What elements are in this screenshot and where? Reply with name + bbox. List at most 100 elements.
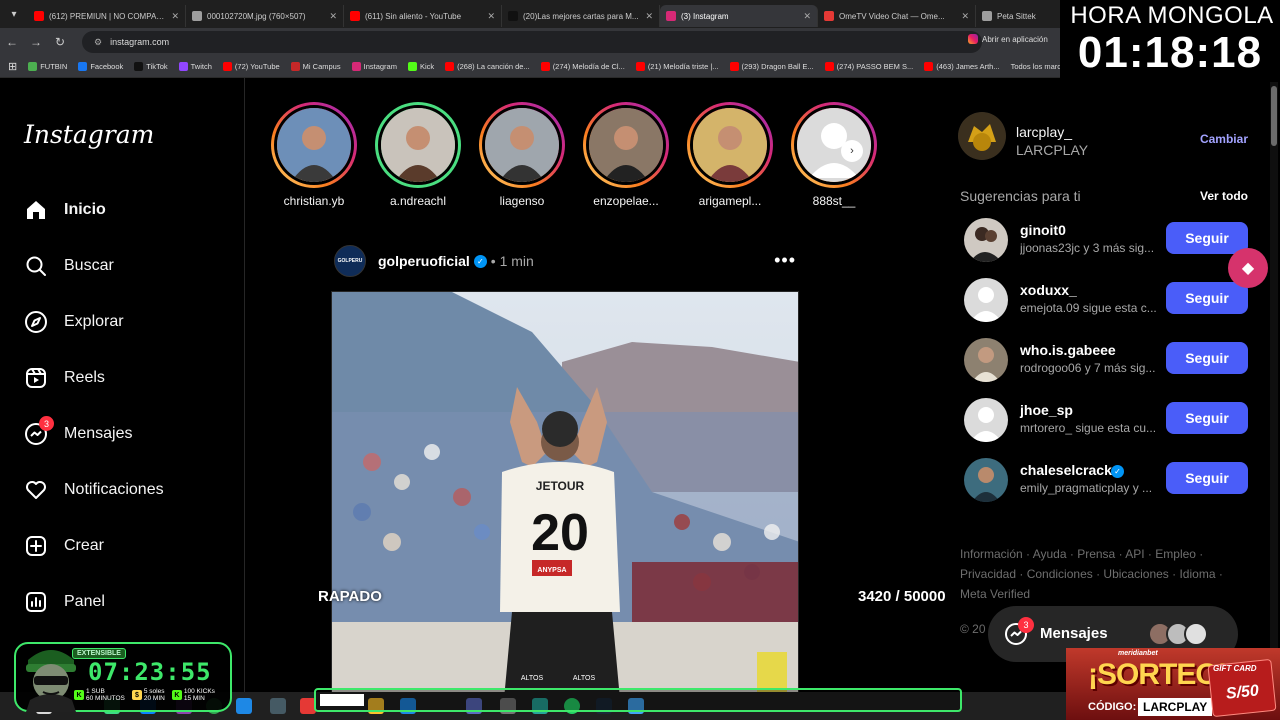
bookmark[interactable]: FUTBIN <box>28 62 67 71</box>
nav-item-panel[interactable]: Panel <box>24 584 105 620</box>
suggestion-avatar[interactable] <box>964 218 1008 262</box>
browser-tab[interactable]: (20)Las mejores cartas para M... ✕ <box>502 5 660 27</box>
footer-link[interactable]: Meta Verified <box>960 587 1030 601</box>
bookmark[interactable]: Instagram <box>351 62 397 71</box>
story-item[interactable]: liagenso <box>470 102 574 212</box>
nav-item-inicio[interactable]: Inicio <box>24 192 106 228</box>
browser-tab[interactable]: 000102720M.jpg (760×507) ✕ <box>186 5 344 27</box>
footer-separator: · <box>1066 547 1078 561</box>
follow-button[interactable]: Seguir <box>1166 342 1248 374</box>
open-in-app-button[interactable]: Abrir en aplicación <box>968 34 1048 44</box>
story-item[interactable]: enzopelae... <box>574 102 678 212</box>
story-item[interactable]: a.ndreachl <box>366 102 470 212</box>
browser-tab[interactable]: OmeTV Video Chat — Ome... ✕ <box>818 5 976 27</box>
address-bar[interactable]: ⚙ instagram.com Abrir en aplicación <box>82 31 1048 53</box>
site-info-icon[interactable]: ⚙ <box>94 37 102 48</box>
footer-link[interactable]: Condiciones <box>1027 567 1093 581</box>
bookmark[interactable]: (274) Melodía de Cl... <box>540 62 625 71</box>
follow-button[interactable]: Seguir <box>1166 402 1248 434</box>
story-item[interactable]: 888st__ <box>782 102 886 212</box>
nav-item-reels[interactable]: Reels <box>24 360 105 396</box>
see-all-link[interactable]: Ver todo <box>1200 189 1248 203</box>
bookmark[interactable]: Kick <box>407 62 434 71</box>
browser-tab[interactable]: (611) Sin aliento - YouTube ✕ <box>344 5 502 27</box>
post-author-name[interactable]: golperuoficial <box>378 253 470 269</box>
footer-link[interactable]: Ayuda <box>1033 547 1067 561</box>
nav-item-crear[interactable]: Crear <box>24 528 104 564</box>
footer-link[interactable]: API <box>1125 547 1144 561</box>
footer-link[interactable]: Privacidad <box>960 567 1016 581</box>
nav-item-mensajes[interactable]: 3 Mensajes <box>24 416 132 452</box>
browser-tab[interactable]: (3) Instagram ✕ <box>660 5 818 27</box>
tab-close-icon[interactable]: ✕ <box>329 11 337 22</box>
nav-item-buscar[interactable]: Buscar <box>24 248 114 284</box>
follow-button[interactable]: Seguir <box>1166 462 1248 494</box>
tab-close-icon[interactable]: ✕ <box>487 11 495 22</box>
suggestion-username[interactable]: who.is.gabeee <box>1020 342 1116 358</box>
bookmark-favicon-icon <box>540 62 550 71</box>
app-icon[interactable] <box>270 698 286 714</box>
switch-account-button[interactable]: Cambiar <box>1200 132 1248 146</box>
nav-item-notificaciones[interactable]: Notificaciones <box>24 472 164 508</box>
footer-link[interactable]: Ubicaciones <box>1103 567 1168 581</box>
more-options-icon[interactable]: ••• <box>774 250 796 271</box>
current-username[interactable]: larcplay_ <box>1016 124 1072 140</box>
apps-grid-icon[interactable]: ⊞ <box>8 60 17 73</box>
suggestion-username[interactable]: jhoe_sp <box>1020 402 1073 418</box>
instagram-logo[interactable]: Instagram <box>24 120 154 149</box>
tab-search-icon[interactable]: ▾ <box>0 0 28 28</box>
story-item[interactable]: christian.yb <box>262 102 366 212</box>
story-ring <box>687 102 773 188</box>
suggestion-username[interactable]: ginoit0 <box>1020 222 1066 238</box>
post-image[interactable]: JETOUR 20 ANYPSA ALTOS ALTOS <box>331 291 799 720</box>
browser-tab[interactable]: (612) PREMIUN | NO COMPARTIR ✕ <box>28 5 186 27</box>
bookmark[interactable]: (21) Melodía triste |... <box>635 62 719 71</box>
suggestion-avatar[interactable] <box>964 398 1008 442</box>
bookmark[interactable]: (293) Dragon Ball E... <box>729 62 814 71</box>
back-icon[interactable]: ← <box>0 35 24 49</box>
suggestion-avatar[interactable] <box>964 278 1008 322</box>
post-author-avatar[interactable]: GOLPERU <box>334 245 366 277</box>
bookmark[interactable]: TikTok <box>134 62 168 71</box>
tab-close-icon[interactable]: ✕ <box>803 11 811 22</box>
current-account-avatar[interactable] <box>958 112 1006 160</box>
post-header: GOLPERU golperuoficial ✓ • 1 min ••• <box>334 244 800 278</box>
suggestion-avatar[interactable] <box>964 458 1008 502</box>
tab-title: 000102720M.jpg (760×507) <box>207 11 306 21</box>
nav-item-explorar[interactable]: Explorar <box>24 304 124 340</box>
tab-favicon-icon <box>982 11 992 21</box>
follow-button[interactable]: Seguir <box>1166 222 1248 254</box>
tab-close-icon[interactable]: ✕ <box>171 11 179 22</box>
tab-close-icon[interactable]: ✕ <box>961 11 969 22</box>
suggestion-username[interactable]: xoduxx_ <box>1020 282 1077 298</box>
story-item[interactable]: arigamepl... <box>678 102 782 212</box>
reels-icon <box>24 366 48 390</box>
bookmark[interactable]: (274) PASSO BEM S... <box>824 62 913 71</box>
floating-extension-icon[interactable]: ◆ <box>1228 248 1268 288</box>
suggestion-avatar[interactable] <box>964 338 1008 382</box>
post-time: • 1 min <box>490 253 534 269</box>
footer-link[interactable]: Idioma <box>1179 567 1215 581</box>
forward-icon[interactable]: → <box>24 35 48 49</box>
tab-close-icon[interactable]: ✕ <box>645 11 653 22</box>
suggestion-username[interactable]: chaleselcrack <box>1020 462 1112 478</box>
footer-link[interactable]: Empleo <box>1155 547 1196 561</box>
reload-icon[interactable]: ↻ <box>48 35 72 49</box>
bookmark[interactable]: Twitch <box>178 62 212 71</box>
footer-link[interactable]: Prensa <box>1077 547 1115 561</box>
stories-next-button[interactable]: › <box>841 140 863 162</box>
bookmark[interactable]: (463) James Arth... <box>924 62 1000 71</box>
scrollbar-thumb[interactable] <box>1271 86 1277 146</box>
bookmark[interactable]: (72) YouTube <box>222 62 280 71</box>
footer-link[interactable]: Información <box>960 547 1023 561</box>
timer-rate-text: 100 KICKs 15 MIN <box>184 688 215 702</box>
page-scrollbar[interactable] <box>1270 78 1278 720</box>
bookmark[interactable]: Mi Campus <box>290 62 341 71</box>
app-icon[interactable] <box>236 698 252 714</box>
story-avatar <box>274 105 354 185</box>
follow-button[interactable]: Seguir <box>1166 282 1248 314</box>
bookmark-favicon-icon <box>824 62 834 71</box>
bookmark[interactable]: Facebook <box>78 62 123 71</box>
sidebar: Instagram Inicio Buscar Explorar Reels 3 Mens… <box>0 78 245 720</box>
bookmark[interactable]: (268) La canción de... <box>445 62 530 71</box>
